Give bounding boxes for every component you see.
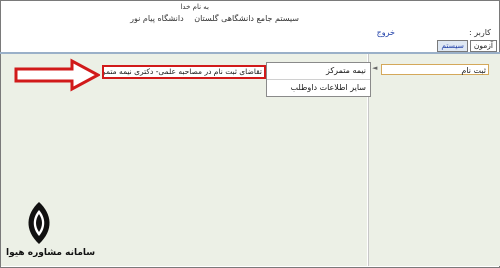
university-name: دانشگاه پیام نور bbox=[130, 14, 184, 23]
tab-exam[interactable]: آزمون bbox=[469, 40, 497, 52]
interview-application-item[interactable]: تقاضای ثبت نام در مصاحبه علمی- دکتری نیم… bbox=[102, 65, 266, 79]
menu-item-other-applicant-info[interactable]: سایر اطلاعات داوطلب bbox=[267, 80, 370, 96]
system-title: سیستم جامع دانشگاهی گلستان bbox=[194, 14, 299, 23]
user-label: کاربر : bbox=[469, 28, 491, 37]
bismillah-text: به نام خدا bbox=[180, 3, 209, 11]
user-bar: کاربر : خروج bbox=[1, 27, 499, 39]
side-menu-panel: ثبت نام ◄ bbox=[368, 54, 500, 266]
watermark-text: سامانه مشاوره هیوا bbox=[6, 248, 96, 258]
header: به نام خدا سیستم جامع دانشگاهی گلستان دا… bbox=[1, 1, 499, 27]
register-menu-item[interactable]: ثبت نام bbox=[381, 64, 489, 75]
top-tabs: آزمون سیستم bbox=[437, 40, 497, 52]
header-title-line: سیستم جامع دانشگاهی گلستان دانشگاه پیام … bbox=[122, 14, 299, 23]
pointer-arrow-icon bbox=[14, 58, 100, 92]
logout-link[interactable]: خروج bbox=[377, 28, 395, 37]
submenu-arrow-icon: ◄ bbox=[372, 64, 378, 72]
tab-system[interactable]: سیستم bbox=[437, 40, 468, 52]
menu-item-semi-centralized[interactable]: نیمه متمرکز bbox=[267, 63, 370, 80]
register-submenu: نیمه متمرکز سایر اطلاعات داوطلب bbox=[266, 62, 371, 97]
